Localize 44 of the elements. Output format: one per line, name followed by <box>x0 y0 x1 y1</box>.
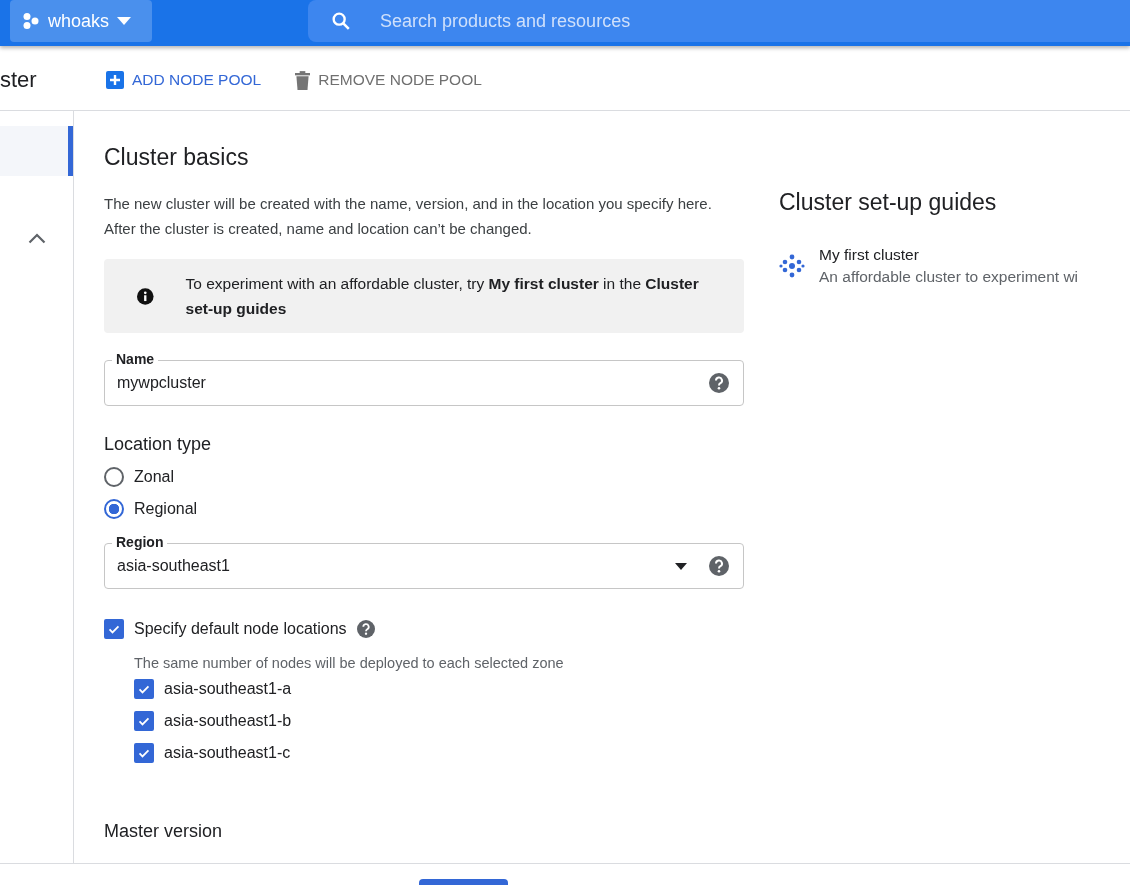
checkbox-label: asia-southeast1-c <box>164 744 291 762</box>
help-icon[interactable] <box>709 373 729 393</box>
guide-item[interactable]: My first cluster An affordable cluster to experiment wi <box>779 246 1130 286</box>
trash-icon <box>295 70 311 90</box>
help-icon[interactable] <box>356 620 375 638</box>
search-icon <box>330 10 352 32</box>
page-title: ster <box>0 67 38 93</box>
section-heading: Master version <box>104 821 224 842</box>
select-input[interactable]: asia-southeast1 <box>117 557 653 575</box>
guide-description: An affordable cluster to experiment wi <box>819 268 1079 286</box>
checkbox-label: Specify default node locations <box>134 620 347 638</box>
section-heading: Cluster basics <box>104 144 250 171</box>
guides-heading: Cluster set-up guides <box>779 189 998 216</box>
help-icon[interactable] <box>709 556 729 576</box>
text-input[interactable]: mywpcluster <box>117 374 699 392</box>
search-input[interactable]: Search products and resources <box>378 9 1130 33</box>
caret-icon <box>117 17 132 25</box>
checkbox[interactable] <box>134 679 154 699</box>
info-text: To experiment with an affordable cluster, try My first cluster in the Cluster set-up guides <box>185 274 700 319</box>
checkbox[interactable] <box>104 619 124 639</box>
guide-title: My first cluster <box>819 246 920 264</box>
description-text: The new cluster will be created with the name, version, and in the location you specify here. After the cluster is created, name and location can’t be changed. <box>104 194 713 239</box>
field-label: Region <box>112 533 168 551</box>
dots-cluster-icon <box>779 254 805 278</box>
radio-button[interactable] <box>104 499 124 519</box>
info-icon <box>137 286 154 306</box>
add-node-pool-button[interactable]: ADD NODE POOL <box>104 67 264 93</box>
checkbox-label: asia-southeast1-b <box>164 712 292 730</box>
sidebar-item[interactable] <box>0 126 73 176</box>
plus-icon <box>106 71 124 89</box>
chevron-up-icon[interactable] <box>27 233 46 244</box>
caret-icon <box>675 562 687 570</box>
region-dropdown[interactable]: Region asia-southeast1 <box>104 533 744 589</box>
checkbox-label: asia-southeast1-a <box>164 680 292 698</box>
checkbox[interactable] <box>134 711 154 731</box>
location-type-heading: Location type <box>104 434 213 455</box>
hint-text: The same number of nodes will be deployed to each selected zone <box>134 655 565 671</box>
radio-option[interactable]: Zonal <box>104 461 175 493</box>
dots-icon <box>22 12 40 30</box>
radio-option[interactable]: Regional <box>104 493 198 525</box>
checkbox[interactable] <box>134 743 154 763</box>
radio-button[interactable] <box>104 467 124 487</box>
search-field[interactable]: Search products and resources <box>308 0 1130 42</box>
name-field[interactable]: Name mywpcluster <box>104 350 744 406</box>
